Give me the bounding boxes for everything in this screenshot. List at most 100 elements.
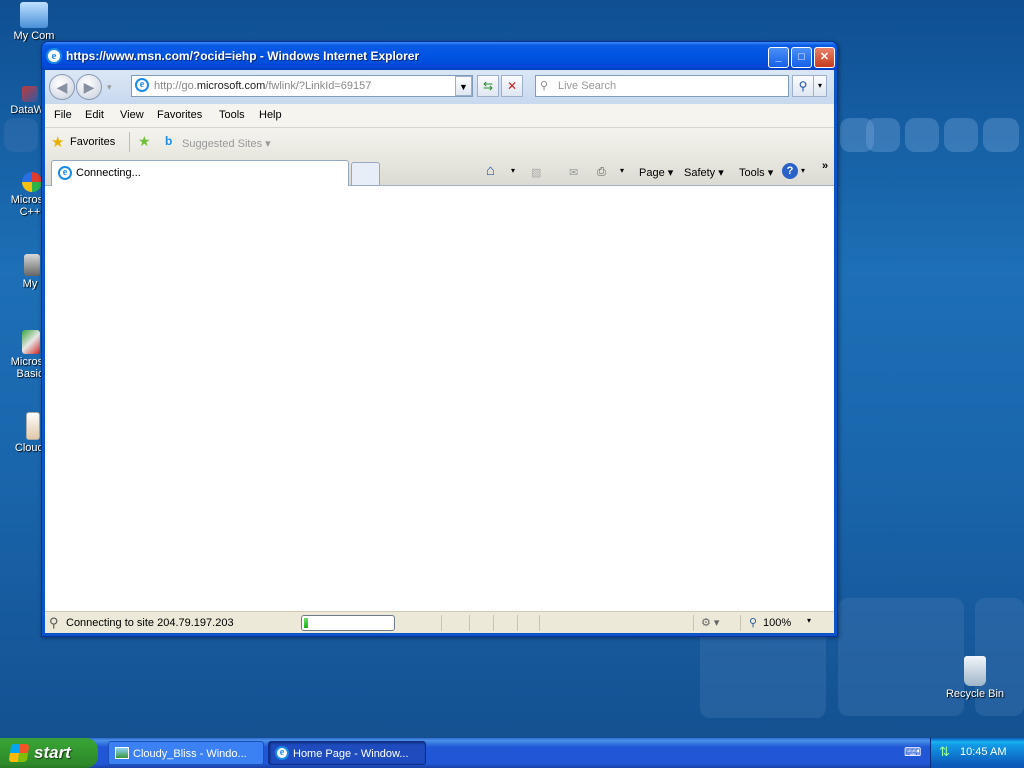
image-file-icon — [26, 412, 40, 440]
forward-button[interactable]: ▶ — [76, 74, 102, 100]
add-to-favorites-icon[interactable]: ★ — [138, 133, 151, 150]
tab-label: Connecting... — [76, 167, 141, 179]
taskbar: start Cloudy_Bliss - Windo... e Home Pag… — [0, 738, 1024, 768]
page-icon: e — [135, 78, 149, 92]
start-label: start — [34, 743, 71, 762]
status-separator — [693, 615, 694, 631]
menu-view[interactable]: View — [120, 109, 144, 121]
read-mail-icon[interactable]: ✉ — [569, 166, 578, 179]
status-separator — [469, 615, 470, 631]
image-viewer-icon — [115, 747, 129, 759]
shortcut-icon — [24, 254, 40, 276]
close-button[interactable]: ✕ — [814, 47, 835, 68]
safety-menu[interactable]: Safety ▾ — [684, 166, 724, 179]
suggested-sites-label: Suggested Sites — [182, 138, 263, 150]
taskbar-item-label: Cloudy_Bliss - Windo... — [133, 748, 247, 760]
menu-file[interactable]: File — [54, 109, 72, 121]
help-icon[interactable]: ? — [782, 163, 798, 179]
status-bar: ⚲ Connecting to site 204.79.197.203 ⚙ ▾ … — [45, 611, 834, 633]
taskbar-item-label: Home Page - Window... — [293, 748, 409, 760]
protected-mode-icon[interactable]: ⚙ ▾ — [701, 616, 719, 629]
bg-tile — [866, 118, 900, 152]
address-dropdown-button[interactable]: ▼ — [455, 76, 472, 96]
network-icon[interactable]: ⇅ — [939, 744, 950, 760]
status-separator — [493, 615, 494, 631]
back-button[interactable]: ◀ — [49, 74, 75, 100]
page-menu[interactable]: Page ▾ — [639, 166, 673, 179]
taskbar-item-cloudy-bliss[interactable]: Cloudy_Bliss - Windo... — [108, 741, 264, 765]
ie-client: ◀ ▶ ▾ e http://go.microsoft.com/fwlink/?… — [45, 70, 834, 633]
safety-label: Safety — [684, 167, 716, 179]
more-commands-icon[interactable]: » — [822, 160, 828, 172]
address-bar[interactable]: e http://go.microsoft.com/fwlink/?LinkId… — [131, 75, 473, 97]
progress-fill — [304, 618, 309, 628]
tab-connecting[interactable]: e Connecting... — [51, 160, 349, 186]
menu-edit[interactable]: Edit — [85, 109, 104, 121]
visual-studio-icon — [22, 172, 42, 192]
status-separator — [517, 615, 518, 631]
start-button[interactable]: start — [0, 738, 98, 768]
search-input[interactable]: ⚲ Live Search — [535, 75, 789, 97]
new-tab-button[interactable] — [351, 162, 380, 186]
status-separator — [740, 615, 741, 631]
menu-tools[interactable]: Tools — [219, 109, 245, 121]
menu-favorites[interactable]: Favorites — [157, 109, 202, 121]
favorites-button[interactable]: Favorites — [70, 136, 115, 148]
zoom-level[interactable]: 100% — [763, 617, 791, 629]
menu-bar: File Edit View Favorites Tools Help — [45, 104, 834, 128]
zoom-icon: ⚲ — [749, 617, 758, 629]
toolbar-divider — [129, 132, 130, 152]
clock[interactable]: 10:45 AM — [960, 746, 1006, 758]
status-separator — [539, 615, 540, 631]
bg-tile — [905, 118, 939, 152]
bg-tile — [4, 118, 38, 152]
menu-help[interactable]: Help — [259, 109, 282, 121]
home-dropdown[interactable]: ▾ — [511, 166, 515, 175]
ie-window: e https://www.msn.com/?ocid=iehp - Windo… — [41, 41, 838, 637]
computer-icon — [20, 2, 48, 28]
search-placeholder: Live Search — [558, 80, 617, 92]
keyboard-icon[interactable]: ⌨ — [904, 745, 921, 759]
minimize-button[interactable]: _ — [768, 47, 789, 68]
favorites-bar: ★ Favorites ★ b Suggested Sites ▾ — [45, 128, 834, 156]
window-title: https://www.msn.com/?ocid=iehp - Windows… — [66, 49, 420, 63]
taskbar-item-ie[interactable]: e Home Page - Window... — [268, 741, 426, 765]
stop-button[interactable]: ✕ — [501, 75, 523, 97]
recycle-bin-icon — [964, 656, 986, 686]
favorites-star-icon: ★ — [51, 134, 65, 151]
tab-ie-icon: e — [58, 166, 72, 180]
status-separator — [441, 615, 442, 631]
search-icon: ⚲ — [540, 80, 549, 92]
recent-pages-icon[interactable]: ▾ — [107, 82, 112, 93]
shortcut-icon — [22, 86, 38, 102]
search-button[interactable]: ⚲ — [792, 75, 814, 97]
home-icon[interactable]: ⌂ — [486, 162, 495, 179]
progress-bar — [301, 615, 395, 631]
zoom-dropdown[interactable]: ▾ — [807, 616, 811, 625]
refresh-button[interactable]: ⇆ — [477, 75, 499, 97]
feeds-icon[interactable]: ▧ — [531, 166, 541, 179]
maximize-button[interactable]: □ — [791, 47, 812, 68]
address-suffix: /fwlink/?LinkId=69157 — [265, 80, 372, 92]
desktop-icon-my-computer[interactable]: My Com — [4, 2, 64, 42]
suggested-sites-button[interactable]: Suggested Sites ▾ — [182, 137, 271, 150]
windows-logo-icon — [8, 744, 30, 762]
address-row: ◀ ▶ ▾ e http://go.microsoft.com/fwlink/?… — [45, 70, 834, 104]
print-dropdown[interactable]: ▾ — [620, 166, 624, 175]
search-options-button[interactable]: ▾ — [813, 75, 827, 97]
status-text: Connecting to site 204.79.197.203 — [66, 617, 234, 629]
print-icon[interactable]: ⎙ — [597, 166, 606, 179]
address-domain: microsoft.com — [196, 80, 266, 92]
page-label: Page — [639, 167, 665, 179]
title-bar[interactable]: e https://www.msn.com/?ocid=iehp - Windo… — [42, 42, 837, 70]
bg-tile — [944, 118, 978, 152]
tools-menu[interactable]: Tools ▾ — [739, 166, 773, 179]
bing-icon: b — [165, 134, 173, 148]
ie-logo-icon: e — [46, 48, 62, 64]
desktop-icon-label: Recycle Bin — [945, 688, 1005, 700]
system-tray: ⇅ 10:45 AM — [930, 738, 1024, 768]
page-content[interactable] — [45, 187, 834, 611]
desktop-icon-recycle-bin[interactable]: Recycle Bin — [944, 656, 1006, 700]
visual-basic-icon — [22, 330, 40, 354]
help-dropdown[interactable]: ▾ — [801, 166, 805, 175]
